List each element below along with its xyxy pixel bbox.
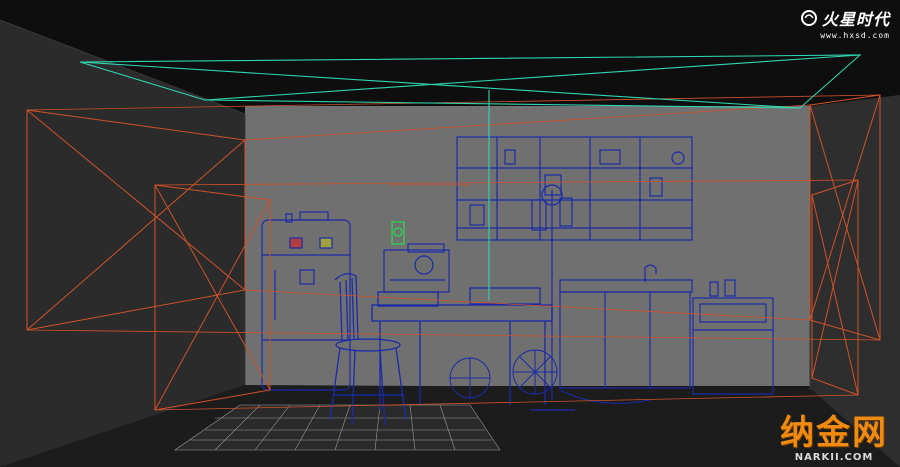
3d-viewport[interactable]: 火星时代 www.hxsd.com 纳金网 NARKII.COM — [0, 0, 900, 467]
wireframe-scene[interactable] — [0, 0, 900, 467]
